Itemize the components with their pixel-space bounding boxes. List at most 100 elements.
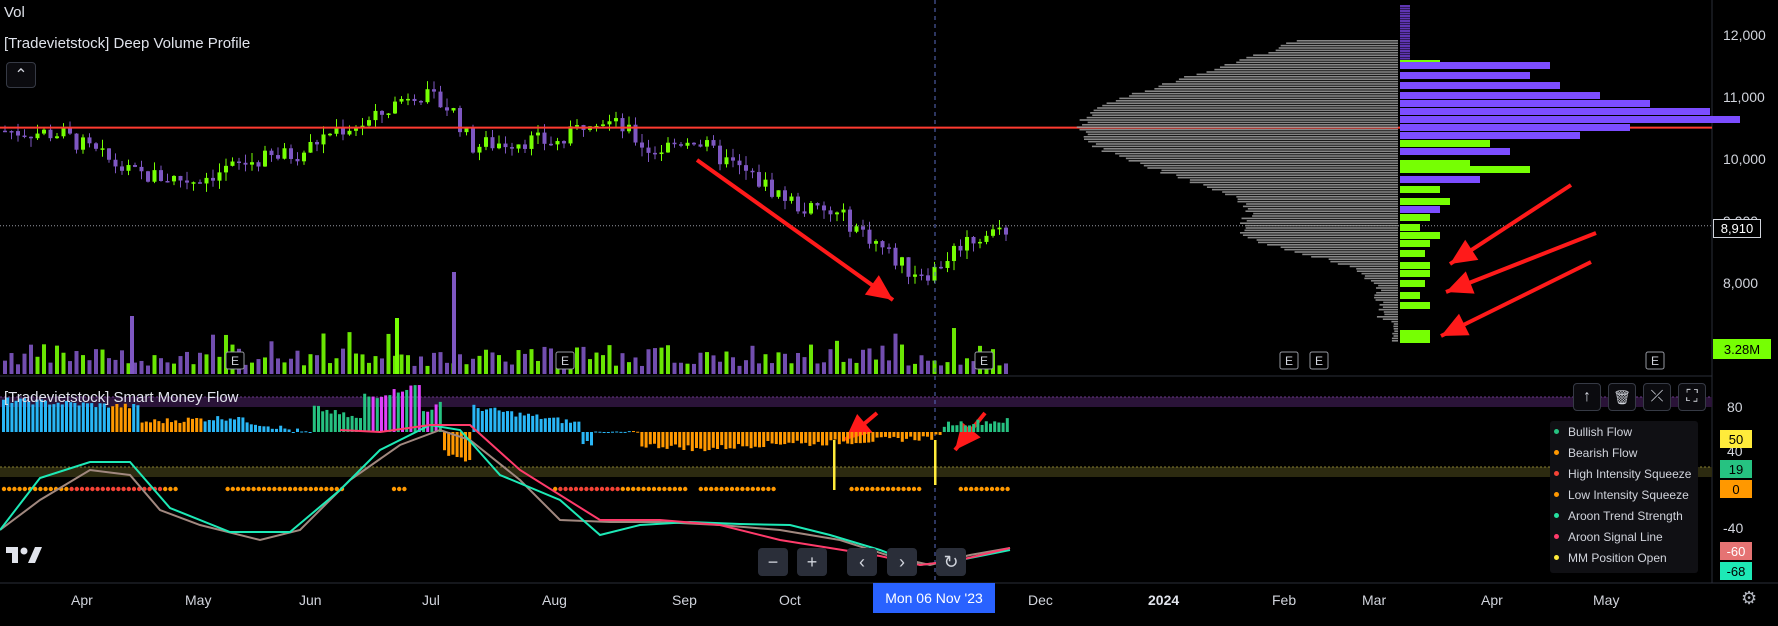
smf-histogram-bar bbox=[577, 421, 581, 432]
smf-histogram-bar bbox=[476, 408, 480, 432]
smf-histogram-bar bbox=[165, 418, 169, 432]
profile-gray-row bbox=[1382, 306, 1398, 308]
profile-green-row bbox=[1400, 262, 1430, 269]
candle-body bbox=[705, 140, 709, 147]
legend-dot bbox=[1554, 450, 1559, 455]
smf-histogram-bar bbox=[728, 432, 732, 449]
zoom-in-button[interactable]: + bbox=[797, 548, 827, 576]
volume-bar bbox=[646, 349, 651, 374]
profile-gray-row bbox=[1219, 66, 1398, 68]
delete-button[interactable]: 🗑 bbox=[1608, 383, 1636, 411]
profile-gray-row bbox=[1115, 100, 1398, 102]
smf-histogram-bar bbox=[707, 432, 711, 451]
reset-chart-button[interactable]: ↻ bbox=[936, 548, 966, 576]
smf-histogram-bar bbox=[737, 432, 740, 445]
scroll-left-button[interactable]: ‹ bbox=[847, 548, 877, 576]
squeeze-dot bbox=[251, 486, 256, 492]
smf-histogram-bar bbox=[968, 425, 971, 432]
volume-bar bbox=[464, 364, 469, 374]
scroll-right-button[interactable]: › bbox=[887, 548, 917, 576]
profile-purple-row bbox=[1400, 62, 1550, 69]
volume-bar bbox=[477, 355, 482, 374]
candle-body bbox=[295, 158, 300, 162]
aroon-signal-line-alt bbox=[0, 428, 1011, 567]
smf-histogram-bar bbox=[909, 432, 913, 437]
squeeze-dot bbox=[256, 486, 261, 492]
smf-histogram-bar bbox=[443, 432, 446, 451]
candle-body bbox=[672, 142, 677, 145]
smf-histogram-bar bbox=[224, 420, 228, 432]
move-up-button[interactable]: ↑ bbox=[1573, 383, 1601, 411]
volume-bar bbox=[607, 345, 612, 374]
squeeze-dot bbox=[241, 486, 246, 492]
profile-purple-row bbox=[1400, 17, 1410, 20]
squeeze-dot bbox=[719, 486, 724, 492]
zoom-out-button[interactable]: − bbox=[758, 548, 788, 576]
smf-histogram-bar bbox=[573, 421, 577, 432]
profile-gray-row bbox=[1278, 47, 1398, 49]
collapse-button[interactable]: ⌃ bbox=[6, 62, 36, 88]
volume-bar bbox=[302, 365, 306, 374]
squeeze-dot bbox=[391, 486, 397, 492]
profile-purple-row bbox=[1400, 32, 1410, 35]
volume-bar bbox=[633, 357, 638, 374]
candle-body bbox=[3, 130, 7, 133]
smf-histogram-bar bbox=[854, 432, 858, 444]
squeeze-dot bbox=[282, 486, 287, 492]
smf-histogram-bar bbox=[678, 432, 682, 448]
profile-gray-row bbox=[1391, 337, 1398, 340]
smf-histogram-bar bbox=[237, 417, 241, 432]
time-label: Feb bbox=[1272, 592, 1297, 608]
time-label: Mar bbox=[1362, 592, 1387, 608]
squeeze-dot bbox=[173, 486, 178, 492]
volume-bar bbox=[29, 344, 33, 374]
profile-green-row bbox=[1400, 166, 1530, 173]
squeeze-dot bbox=[885, 486, 891, 492]
last-price-tag: 8,910 bbox=[1713, 219, 1761, 238]
settings-icon[interactable]: ⚙ bbox=[1741, 588, 1757, 609]
smf-histogram-bar bbox=[107, 407, 110, 432]
smf-histogram-bar bbox=[363, 393, 367, 432]
profile-gray-row bbox=[1256, 239, 1398, 241]
maximize-pane-button[interactable]: ⛶ bbox=[1678, 383, 1706, 411]
smf-histogram-bar bbox=[938, 432, 942, 435]
squeeze-dot bbox=[100, 486, 106, 492]
chevron-up-icon: ⌃ bbox=[14, 67, 28, 84]
volume-bar bbox=[659, 347, 664, 374]
volume-bar bbox=[471, 358, 475, 374]
smf-histogram-bar bbox=[300, 431, 304, 433]
smf-histogram-bar bbox=[926, 432, 929, 437]
candle-body bbox=[698, 144, 703, 147]
candle-body bbox=[412, 98, 417, 101]
squeeze-dot bbox=[906, 486, 911, 492]
legend-item: Aroon Signal Line bbox=[1550, 526, 1698, 547]
legend-dot bbox=[1554, 513, 1559, 518]
volume-bar bbox=[22, 353, 27, 374]
profile-gray-row bbox=[1237, 200, 1398, 203]
smf-histogram-bar bbox=[317, 405, 320, 432]
profile-gray-row bbox=[1097, 107, 1398, 109]
squeeze-dot bbox=[974, 486, 979, 492]
volume-bar bbox=[48, 362, 53, 374]
squeeze-dot bbox=[636, 486, 641, 492]
price-tick: 11,000 bbox=[1723, 89, 1765, 105]
squeeze-dot bbox=[230, 486, 235, 492]
smf-histogram-bar bbox=[682, 432, 686, 450]
collapse-pane-button[interactable]: ⤫ bbox=[1643, 383, 1671, 411]
profile-gray-row bbox=[1284, 248, 1398, 251]
volume-bar bbox=[783, 353, 787, 374]
profile-purple-row bbox=[1400, 25, 1410, 27]
smf-histogram-bar bbox=[585, 432, 589, 441]
smf-histogram-bar bbox=[837, 432, 841, 445]
smf-histogram-bar bbox=[825, 432, 829, 446]
chart-canvas[interactable]: EEEEEE bbox=[0, 0, 1778, 626]
smf-histogram-bar bbox=[52, 404, 56, 432]
candle-body bbox=[640, 142, 644, 148]
profile-gray-row bbox=[1376, 287, 1398, 289]
candle-body bbox=[666, 142, 670, 153]
profile-purple-row bbox=[1400, 92, 1600, 99]
smf-histogram-bar bbox=[942, 426, 946, 432]
profile-green-row bbox=[1400, 292, 1420, 299]
smf-histogram-bar bbox=[527, 413, 530, 432]
profile-gray-row bbox=[1144, 90, 1398, 92]
